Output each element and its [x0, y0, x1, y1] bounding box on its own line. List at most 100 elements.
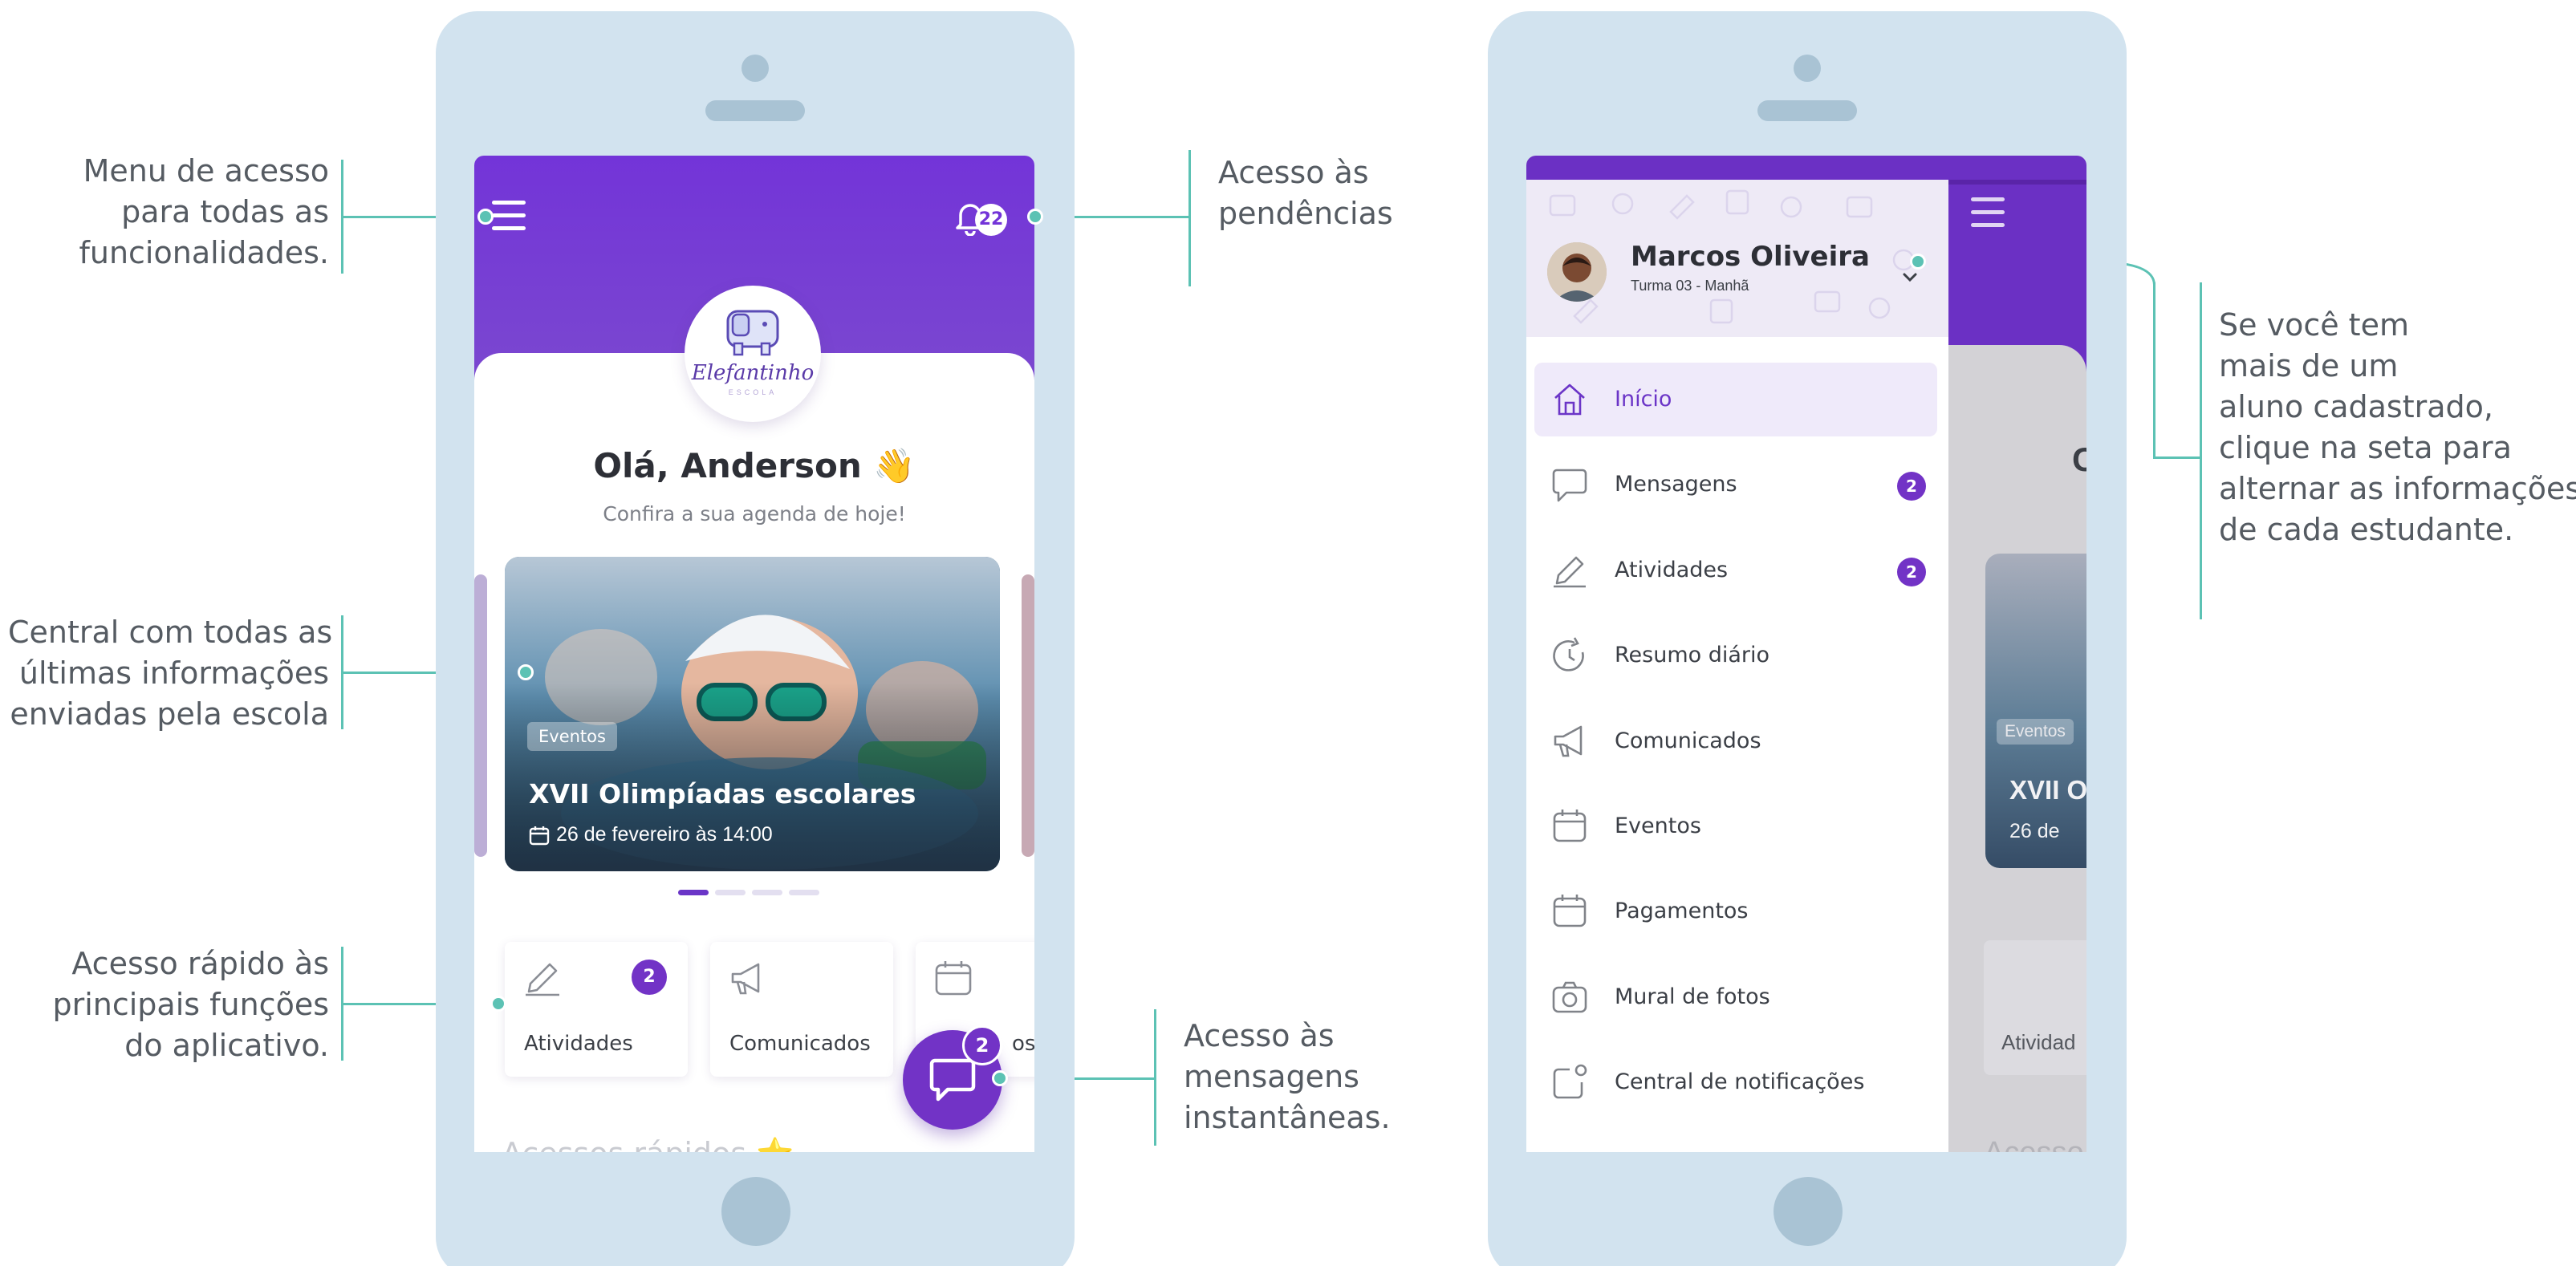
carousel-dots — [678, 890, 831, 896]
sidebar-item-label: Central de notificações — [1615, 1069, 1865, 1095]
sidebar-item-central-de-notificacoes[interactable]: Central de notificações — [1534, 1045, 1937, 1119]
wave-emoji: 👋 — [873, 446, 916, 485]
dimmed-greeting: C — [2072, 440, 2086, 478]
chat-fab-button[interactable]: 2 — [903, 1025, 1002, 1130]
annotation-line: funcionalidades. — [79, 235, 329, 270]
slide-date-text: 26 de fevereiro às 14:00 — [556, 823, 773, 846]
camera-icon — [1552, 981, 1587, 1013]
carousel-dot[interactable] — [715, 890, 746, 895]
carousel-prev-peek[interactable] — [474, 574, 487, 857]
navigation-drawer: Marcos Oliveira Turma 03 - Manhã Início M… — [1526, 180, 1948, 1152]
connector-line — [1188, 150, 1191, 286]
section-title-text: Acessos rápidos — [502, 1136, 746, 1152]
annotation-line: do aplicativo. — [124, 1028, 329, 1063]
sidebar-item-eventos[interactable]: Eventos — [1534, 789, 1937, 863]
sidebar-item-badge: 2 — [1897, 472, 1926, 501]
carousel-dot[interactable] — [752, 890, 782, 895]
calendar-icon — [1553, 895, 1587, 927]
notification-icon — [1553, 1064, 1587, 1099]
annotation-line: Acesso rápido às — [71, 946, 329, 981]
sidebar-item-pagamentos[interactable]: Pagamentos — [1534, 874, 1937, 948]
student-avatar — [1547, 242, 1607, 302]
calendar-icon — [529, 826, 550, 845]
annotation-dot — [992, 1070, 1008, 1086]
quick-access-section-title: Acessos rápidos ⭐ — [502, 1136, 794, 1152]
annotation-line: de cada estudante. — [2219, 512, 2514, 547]
sidebar-item-comunicados[interactable]: Comunicados — [1534, 704, 1937, 778]
camera-dot — [1794, 55, 1821, 82]
sidebar-item-label: Mural de fotos — [1615, 984, 1770, 1009]
annotation-pendencias: Acesso às pendências — [1218, 152, 1427, 234]
annotation-acesso-rapido: Acesso rápido às principais funções do a… — [32, 943, 329, 1066]
student-selector[interactable]: Marcos Oliveira Turma 03 - Manhã — [1526, 180, 1948, 337]
annotation-dot — [1027, 209, 1043, 225]
news-slide[interactable]: Eventos XVII Olimpíadas escolares 26 de … — [505, 557, 1000, 871]
sidebar-item-mensagens[interactable]: Mensagens 2 — [1534, 448, 1937, 521]
sidebar-item-label: Pagamentos — [1615, 899, 1749, 924]
carousel-next-peek[interactable] — [1022, 574, 1034, 857]
annotation-line: para todas as — [121, 194, 329, 229]
school-logo: Elefantinho ESCOLA — [685, 286, 821, 422]
megaphone-icon — [731, 963, 760, 995]
chat-icon — [1552, 469, 1587, 502]
home-hardware-button[interactable] — [1774, 1177, 1843, 1246]
greeting: Olá, Anderson 👋 — [474, 446, 1034, 486]
sidebar-item-label: Mensagens — [1615, 472, 1737, 497]
star-emoji: ⭐ — [756, 1136, 794, 1152]
atividades-badge: 2 — [632, 960, 667, 995]
dimmed-menu-icon — [1971, 197, 2005, 229]
speaker-slot — [705, 100, 805, 121]
annotation-line: principais funções — [52, 987, 329, 1022]
notification-count-badge: 22 — [975, 204, 1007, 236]
quick-action-label: Comunicados — [729, 1032, 871, 1056]
annotation-menu: Menu de acesso para todas as funcionalid… — [32, 151, 329, 274]
notifications-button[interactable]: 22 — [954, 199, 1010, 236]
carousel-dot-active[interactable] — [678, 890, 709, 895]
sidebar-item-resumo-diario[interactable]: Resumo diário — [1534, 619, 1937, 692]
home-screen: 22 Elefantinho ESCOLA Olá, Anderson 👋 Co… — [474, 156, 1034, 1152]
annotation-line: últimas informações — [18, 655, 329, 691]
clock-icon — [1553, 637, 1584, 672]
annotation-dot — [477, 209, 494, 225]
chat-badge: 2 — [962, 1025, 1002, 1065]
connector-line — [2200, 282, 2202, 619]
home-hardware-button[interactable] — [721, 1177, 790, 1246]
avatar-photo — [1547, 242, 1607, 302]
annotation-dot — [1910, 254, 1926, 270]
greeting-subtitle: Confira a sua agenda de hoje! — [603, 502, 906, 525]
connector-line — [2155, 456, 2200, 459]
sidebar-item-label: Resumo diário — [1615, 643, 1770, 668]
sidebar-item-mural-de-fotos[interactable]: Mural de fotos — [1534, 960, 1937, 1034]
annotation-line: Central com todas as — [8, 615, 333, 650]
chevron-down-icon[interactable] — [1900, 268, 1920, 287]
sidebar-item-label: Comunicados — [1615, 728, 1761, 753]
megaphone-icon — [1554, 725, 1583, 757]
dimmed-section-title: Acesso — [1984, 1136, 2084, 1152]
sidebar-item-atividades[interactable]: Atividades 2 — [1534, 534, 1937, 607]
dimmed-slide: Eventos XVII O 26 de — [1985, 554, 2086, 868]
annotation-mensagens: Acesso às mensagens instantâneas. — [1184, 1016, 1424, 1138]
connector-line — [2153, 282, 2155, 459]
annotation-line: mensagens — [1184, 1059, 1359, 1094]
quick-action-atividades[interactable]: 2 Atividades — [505, 942, 688, 1077]
annotation-line: pendências — [1218, 196, 1393, 231]
carousel-dot[interactable] — [789, 890, 819, 895]
annotation-dot — [490, 996, 506, 1012]
menu-hamburger-icon[interactable] — [492, 201, 526, 233]
annotation-line: alternar as informações — [2219, 471, 2576, 506]
annotation-line: Menu de acesso — [83, 153, 329, 189]
pencil-icon — [526, 963, 559, 996]
quick-action-comunicados[interactable]: Comunicados — [710, 942, 893, 1077]
annotation-line: clique na seta para — [2219, 430, 2512, 465]
pencil-icon — [1554, 556, 1586, 588]
annotation-line: aluno cadastrado, — [2219, 389, 2493, 424]
sidebar-item-label: Eventos — [1615, 814, 1701, 838]
sidebar-item-inicio[interactable]: Início — [1534, 363, 1937, 436]
greeting-text: Olá, Anderson — [593, 446, 862, 485]
quick-action-label: os — [1012, 1032, 1034, 1056]
sidebar-item-label: Início — [1615, 387, 1672, 412]
speaker-slot — [1757, 100, 1857, 121]
annotation-line: Acesso às — [1218, 155, 1369, 190]
dimmed-slide-date: 26 de — [2009, 820, 2060, 842]
dimmed-slide-title: XVII O — [2009, 775, 2086, 805]
